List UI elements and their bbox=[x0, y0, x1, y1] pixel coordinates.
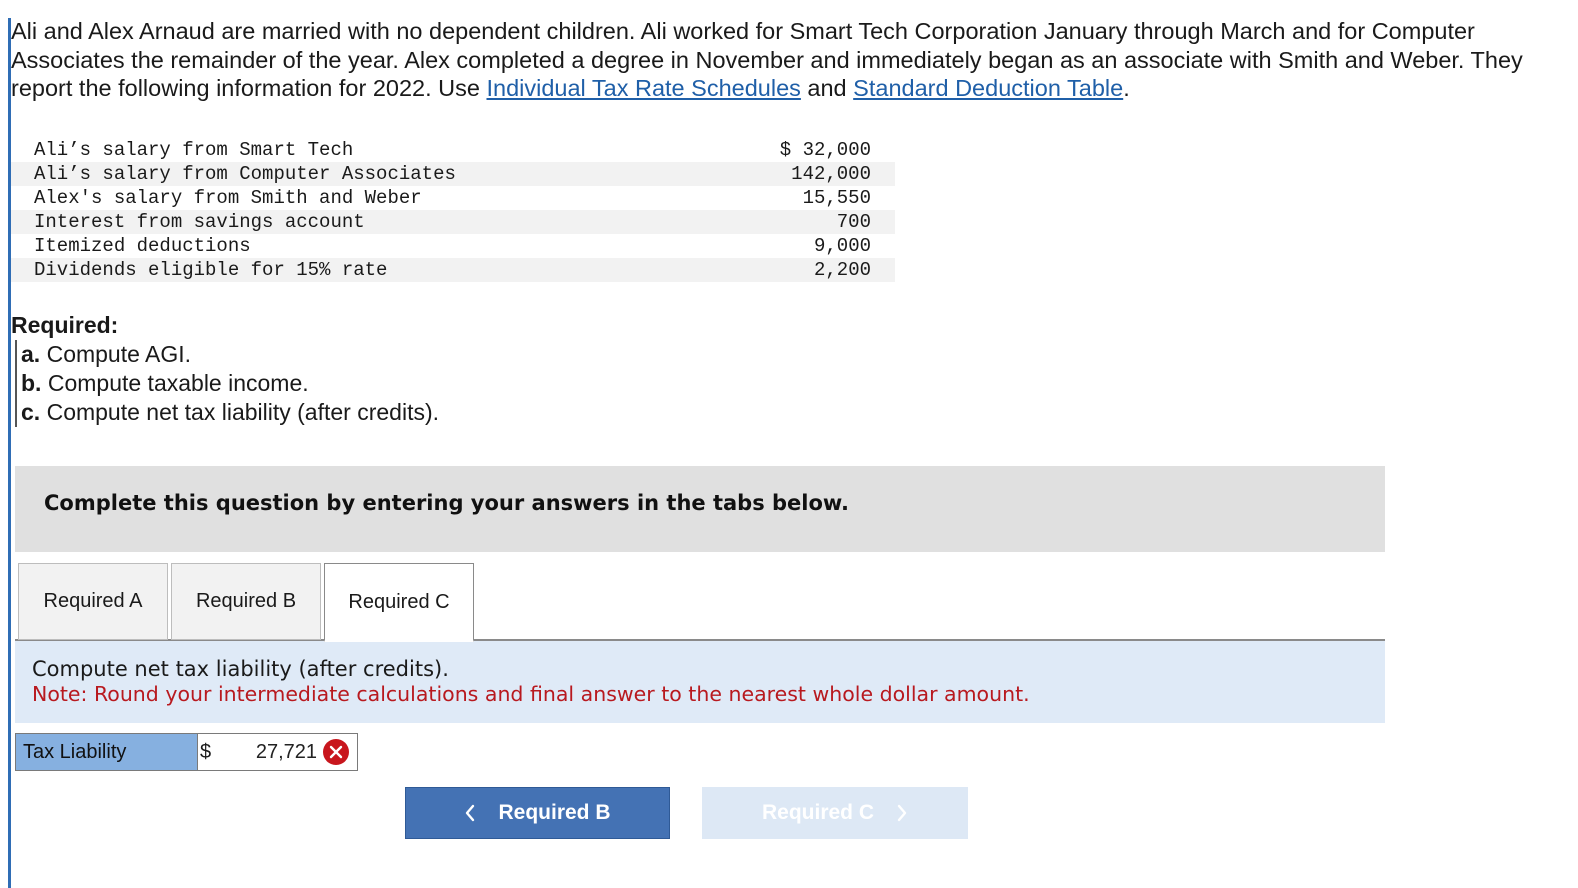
table-row: Ali’s salary from Computer Associates 14… bbox=[11, 162, 895, 186]
question-info-box: Compute net tax liability (after credits… bbox=[15, 641, 1385, 723]
tab-required-a[interactable]: Required A bbox=[18, 563, 168, 640]
next-required-c-button: Required C bbox=[702, 787, 968, 839]
required-item-b: b. Compute taxable income. bbox=[21, 369, 439, 398]
row-value: 2,200 bbox=[813, 259, 871, 281]
item-text: Compute AGI. bbox=[46, 341, 192, 367]
item-letter: b. bbox=[21, 370, 42, 396]
required-item-c: c. Compute net tax liability (after cred… bbox=[21, 398, 439, 427]
tax-liability-answer-row: Tax Liability $ 27,721 bbox=[15, 733, 358, 771]
row-value: 700 bbox=[836, 211, 871, 233]
currency-symbol: $ bbox=[200, 741, 212, 763]
prev-required-b-button[interactable]: Required B bbox=[405, 787, 670, 839]
tax-rate-schedules-link[interactable]: Individual Tax Rate Schedules bbox=[486, 75, 800, 101]
row-value: 15,550 bbox=[802, 187, 871, 209]
prev-button-label: Required B bbox=[498, 801, 611, 824]
required-item-a: a. Compute AGI. bbox=[21, 340, 439, 369]
required-list: a. Compute AGI. b. Compute taxable incom… bbox=[15, 340, 439, 427]
chevron-right-icon bbox=[896, 804, 908, 822]
next-button-label: Required C bbox=[761, 801, 874, 824]
item-text: Compute net tax liability (after credits… bbox=[46, 399, 440, 425]
tab-required-b[interactable]: Required B bbox=[171, 563, 321, 640]
table-row: Itemized deductions 9,000 bbox=[11, 234, 895, 258]
answer-label: Tax Liability bbox=[16, 734, 198, 770]
standard-deduction-link[interactable]: Standard Deduction Table bbox=[853, 75, 1123, 101]
income-data-table: Ali’s salary from Smart Tech $ 32,000 Al… bbox=[11, 138, 895, 282]
intro-between: and bbox=[800, 75, 854, 101]
table-row: Interest from savings account 700 bbox=[11, 210, 895, 234]
row-label: Itemized deductions bbox=[34, 235, 251, 257]
row-label: Alex's salary from Smith and Weber bbox=[34, 187, 422, 209]
problem-statement: Ali and Alex Arnaud are married with no … bbox=[11, 17, 1551, 103]
instruction-text: Compute net tax liability (after credits… bbox=[32, 657, 449, 681]
row-label: Ali’s salary from Smart Tech bbox=[34, 139, 354, 161]
tab-required-c[interactable]: Required C bbox=[324, 563, 474, 642]
item-text: Compute taxable income. bbox=[47, 370, 309, 396]
row-value: 142,000 bbox=[791, 163, 871, 185]
intro-end: . bbox=[1123, 75, 1130, 101]
table-row: Ali’s salary from Smart Tech $ 32,000 bbox=[11, 138, 895, 162]
row-label: Dividends eligible for 15% rate bbox=[34, 259, 388, 281]
item-letter: c. bbox=[21, 399, 41, 425]
rounding-note: Note: Round your intermediate calculatio… bbox=[32, 682, 1030, 706]
item-letter: a. bbox=[21, 341, 41, 367]
table-row: Dividends eligible for 15% rate 2,200 bbox=[11, 258, 895, 282]
table-row: Alex's salary from Smith and Weber 15,55… bbox=[11, 186, 895, 210]
row-label: Ali’s salary from Computer Associates bbox=[34, 163, 456, 185]
banner-text: Complete this question by entering your … bbox=[44, 491, 849, 515]
row-value: $ 32,000 bbox=[779, 139, 871, 161]
row-value: 9,000 bbox=[813, 235, 871, 257]
required-section: Required: a. Compute AGI. b. Compute tax… bbox=[11, 311, 439, 427]
tab-bar: Required A Required B Required C bbox=[15, 563, 1385, 642]
row-label: Interest from savings account bbox=[34, 211, 365, 233]
required-title: Required: bbox=[11, 312, 119, 338]
instructions-banner: Complete this question by entering your … bbox=[15, 466, 1385, 552]
chevron-left-icon bbox=[464, 804, 476, 822]
incorrect-x-icon bbox=[323, 739, 349, 765]
tax-liability-input[interactable]: 27,721 bbox=[222, 734, 323, 770]
